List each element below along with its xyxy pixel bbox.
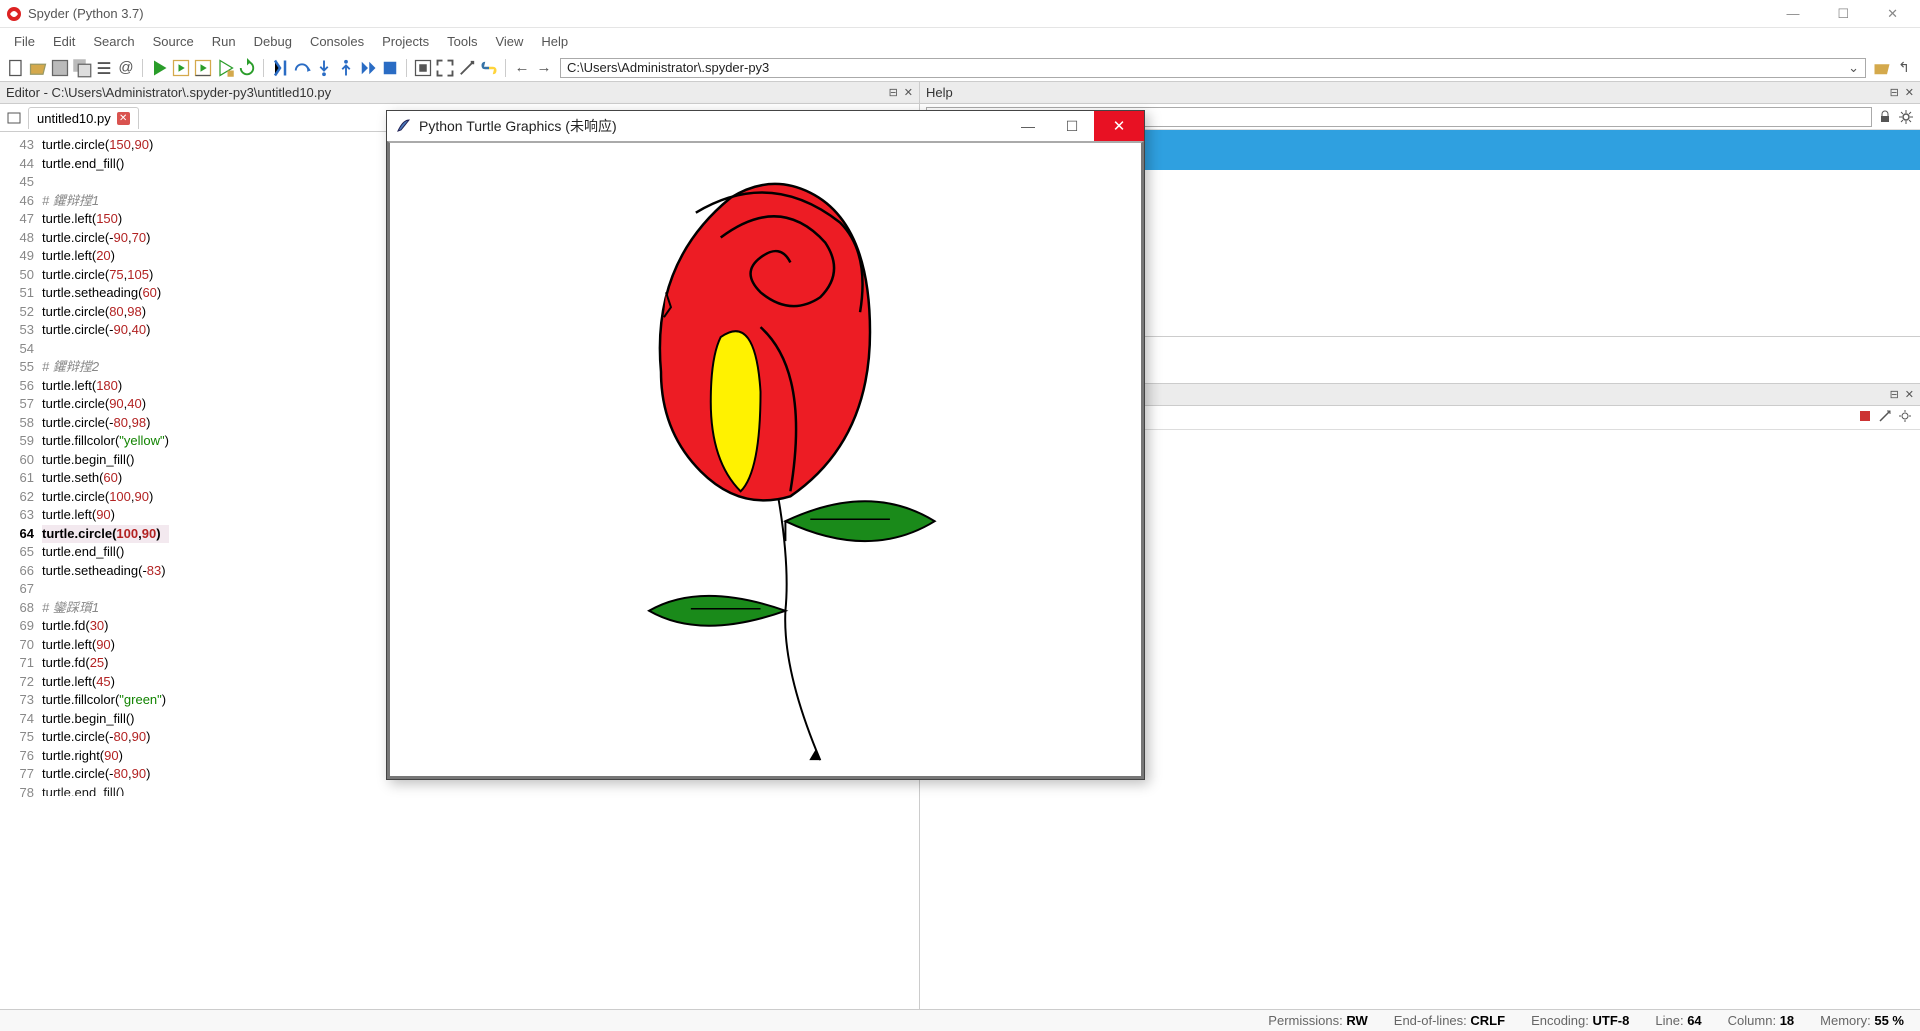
toolbar-separator: [263, 59, 264, 77]
status-enc-label: Encoding:: [1531, 1013, 1589, 1028]
forward-icon[interactable]: →: [534, 58, 554, 78]
turtle-canvas: [387, 141, 1144, 779]
status-col-value: 18: [1780, 1013, 1794, 1028]
run-icon[interactable]: [149, 58, 169, 78]
open-icon[interactable]: [28, 58, 48, 78]
pane-close-icon[interactable]: ✕: [1905, 86, 1914, 99]
menu-projects[interactable]: Projects: [382, 34, 429, 49]
turtle-maximize-button[interactable]: ☐: [1050, 118, 1094, 135]
turtle-close-button[interactable]: ✕: [1094, 111, 1144, 141]
window-controls: — ☐ ✕: [1776, 2, 1908, 26]
status-enc-value: UTF-8: [1593, 1013, 1630, 1028]
clear-console-icon[interactable]: [1878, 409, 1892, 426]
menu-source[interactable]: Source: [153, 34, 194, 49]
feather-icon: [395, 118, 411, 134]
toolbar-separator: [406, 59, 407, 77]
status-perm-label: Permissions:: [1268, 1013, 1342, 1028]
file-tab[interactable]: untitled10.py ✕: [28, 107, 139, 129]
back-icon[interactable]: ←: [512, 58, 532, 78]
step-into-icon[interactable]: [314, 58, 334, 78]
app-title: Spyder (Python 3.7): [28, 6, 1776, 21]
titlebar: Spyder (Python 3.7) — ☐ ✕: [0, 0, 1920, 28]
rerun-icon[interactable]: [237, 58, 257, 78]
editor-path: Editor - C:\Users\Administrator\.spyder-…: [6, 85, 331, 100]
pane-close-icon[interactable]: ✕: [1905, 388, 1914, 401]
turtle-minimize-button[interactable]: —: [1006, 118, 1050, 134]
status-eol-value: CRLF: [1470, 1013, 1505, 1028]
save-all-icon[interactable]: [72, 58, 92, 78]
code-lines[interactable]: turtle.circle(150,90)turtle.end_fill()# …: [40, 132, 169, 1009]
status-line-value: 64: [1687, 1013, 1701, 1028]
console-gear-icon[interactable]: [1898, 409, 1912, 426]
statusbar: Permissions: RW End-of-lines: CRLF Encod…: [0, 1009, 1920, 1031]
toolbar: @ ← → C:\Users\Administrator\.spyder-py3…: [0, 54, 1920, 82]
maximize-button[interactable]: ☐: [1827, 2, 1859, 26]
menu-tools[interactable]: Tools: [447, 34, 477, 49]
preferences-icon[interactable]: [457, 58, 477, 78]
pane-undock-icon[interactable]: ⊟: [889, 86, 898, 99]
run-cell-advance-icon[interactable]: [193, 58, 213, 78]
menu-search[interactable]: Search: [93, 34, 134, 49]
menu-consoles[interactable]: Consoles: [310, 34, 364, 49]
tab-close-icon[interactable]: ✕: [117, 112, 130, 125]
status-line-label: Line:: [1655, 1013, 1683, 1028]
working-directory-text: C:\Users\Administrator\.spyder-py3: [567, 60, 769, 75]
at-icon[interactable]: @: [116, 58, 136, 78]
new-file-icon[interactable]: [6, 58, 26, 78]
status-mem-value: 55 %: [1874, 1013, 1904, 1028]
status-mem-label: Memory:: [1820, 1013, 1871, 1028]
turtle-window[interactable]: Python Turtle Graphics (未响应) — ☐ ✕: [386, 110, 1145, 780]
status-perm-value: RW: [1346, 1013, 1367, 1028]
menu-list-icon[interactable]: [94, 58, 114, 78]
menu-view[interactable]: View: [495, 34, 523, 49]
step-out-icon[interactable]: [336, 58, 356, 78]
help-title: Help: [926, 85, 953, 100]
pane-close-icon[interactable]: ✕: [904, 86, 913, 99]
status-eol-label: End-of-lines:: [1394, 1013, 1467, 1028]
toolbar-separator: [505, 59, 506, 77]
status-col-label: Column:: [1728, 1013, 1776, 1028]
parent-dir-icon[interactable]: ↰: [1894, 58, 1914, 78]
debug-icon[interactable]: [270, 58, 290, 78]
pane-undock-icon[interactable]: ⊟: [1890, 388, 1899, 401]
menu-help[interactable]: Help: [541, 34, 568, 49]
turtle-titlebar[interactable]: Python Turtle Graphics (未响应) — ☐ ✕: [387, 111, 1144, 141]
help-header: Help ⊟ ✕: [920, 82, 1920, 104]
stop-icon[interactable]: [380, 58, 400, 78]
lock-icon[interactable]: [1878, 110, 1892, 124]
run-cell-icon[interactable]: [171, 58, 191, 78]
continue-icon[interactable]: [358, 58, 378, 78]
menu-run[interactable]: Run: [212, 34, 236, 49]
minimize-button[interactable]: —: [1776, 2, 1809, 26]
fullscreen-icon[interactable]: [435, 58, 455, 78]
stop-kernel-icon[interactable]: [1858, 409, 1872, 426]
menu-edit[interactable]: Edit: [53, 34, 75, 49]
browse-icon[interactable]: [1872, 58, 1892, 78]
maximize-pane-icon[interactable]: [413, 58, 433, 78]
turtle-title-text: Python Turtle Graphics (未响应): [419, 116, 1006, 136]
working-directory-input[interactable]: C:\Users\Administrator\.spyder-py3⌄: [560, 58, 1866, 78]
save-icon[interactable]: [50, 58, 70, 78]
menu-debug[interactable]: Debug: [254, 34, 292, 49]
menubar: File Edit Search Source Run Debug Consol…: [0, 28, 1920, 54]
close-button[interactable]: ✕: [1877, 2, 1908, 26]
editor-header: Editor - C:\Users\Administrator\.spyder-…: [0, 82, 919, 104]
step-over-icon[interactable]: [292, 58, 312, 78]
file-browser-icon[interactable]: [6, 110, 22, 126]
file-tab-label: untitled10.py: [37, 111, 111, 126]
toolbar-separator: [142, 59, 143, 77]
line-gutter: 4344454647484950515253545556575859606162…: [0, 132, 40, 1009]
menu-file[interactable]: File: [14, 34, 35, 49]
python-path-icon[interactable]: [479, 58, 499, 78]
gear-icon[interactable]: [1898, 109, 1914, 125]
spyder-icon: [6, 6, 22, 22]
run-selection-icon[interactable]: [215, 58, 235, 78]
pane-undock-icon[interactable]: ⊟: [1890, 86, 1899, 99]
